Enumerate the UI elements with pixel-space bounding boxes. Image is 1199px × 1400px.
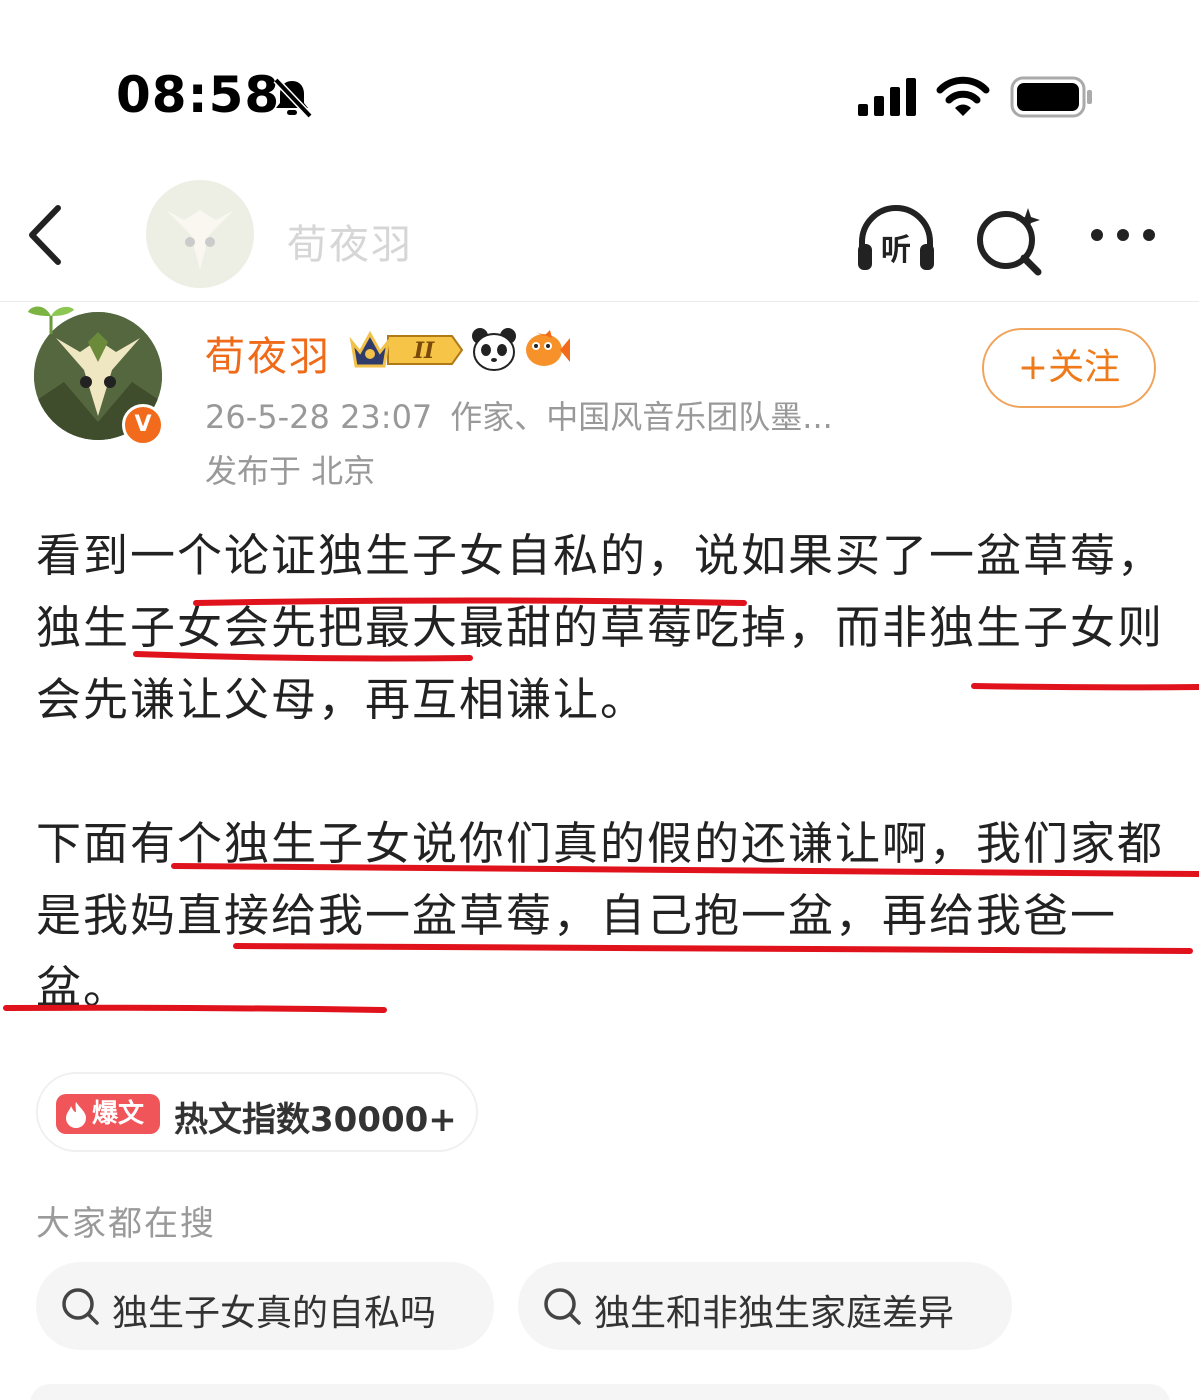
goldfish-icon bbox=[526, 330, 570, 366]
nav-title: 荀夜羽 bbox=[287, 222, 413, 268]
post-paragraph: 看到一个论证独生子女自私的，说如果买了一盆草莓，独生子女会先把最大最甜的草莓吃掉… bbox=[36, 529, 1165, 726]
search-heading: 大家都在搜 bbox=[36, 1204, 216, 1244]
hot-index-chip[interactable]: 爆文 热文指数30000+ bbox=[36, 1072, 478, 1152]
back-arrow-icon[interactable] bbox=[24, 202, 68, 268]
listen-headphones-icon[interactable]: 听 bbox=[854, 202, 938, 274]
crown-level-badge-icon: II bbox=[349, 330, 464, 368]
author-description: 作家、中国风音乐团队墨... bbox=[450, 398, 833, 436]
post-date: 26-5-28 23:07 bbox=[205, 398, 433, 436]
search-sparkle-icon[interactable] bbox=[974, 204, 1046, 276]
hot-index-text: 热文指数30000+ bbox=[174, 1100, 457, 1140]
bottom-card bbox=[30, 1384, 1170, 1400]
more-options-icon[interactable] bbox=[1088, 224, 1158, 246]
nav-avatar[interactable] bbox=[146, 180, 254, 288]
status-time: 08:58 bbox=[116, 66, 281, 124]
verified-badge: V bbox=[122, 404, 164, 446]
search-icon bbox=[62, 1288, 99, 1325]
wifi-icon bbox=[936, 76, 990, 116]
creature-avatar-icon bbox=[146, 180, 254, 288]
battery-icon bbox=[1010, 76, 1092, 118]
svg-text:听: 听 bbox=[881, 233, 911, 268]
status-bar: 08:58 bbox=[0, 0, 1199, 190]
search-icon bbox=[544, 1288, 581, 1325]
search-suggestion-label: 独生子女真的自私吗 bbox=[112, 1293, 437, 1334]
post-meta: 26-5-28 23:07 作家、中国风音乐团队墨... bbox=[205, 392, 833, 438]
author-name[interactable]: 荀夜羽 bbox=[205, 324, 331, 382]
post-location: 发布于 北京 bbox=[205, 452, 376, 490]
leaf-sprout-icon bbox=[28, 306, 74, 334]
search-suggestion-label: 独生和非独生家庭差异 bbox=[594, 1293, 955, 1334]
follow-button[interactable]: +关注 bbox=[982, 328, 1156, 408]
post-body: 看到一个论证独生子女自私的，说如果买了一盆草莓，独生子女会先把最大最甜的草莓吃掉… bbox=[36, 520, 1166, 1096]
bell-muted-icon bbox=[273, 77, 313, 119]
cellular-signal-icon bbox=[858, 78, 916, 116]
search-suggestion-chip[interactable]: 独生和非独生家庭差异 bbox=[518, 1262, 1012, 1350]
nav-bar: 荀夜羽 听 bbox=[0, 180, 1199, 302]
post-paragraph: 下面有个独生子女说你们真的假的还谦让啊，我们家都是我妈直接给我一盆草莓，自己抱一… bbox=[36, 817, 1165, 1014]
fire-icon bbox=[66, 1102, 86, 1128]
panda-icon bbox=[472, 328, 516, 371]
level-text: II bbox=[413, 338, 435, 364]
search-suggestion-chip[interactable]: 独生子女真的自私吗 bbox=[36, 1262, 494, 1350]
